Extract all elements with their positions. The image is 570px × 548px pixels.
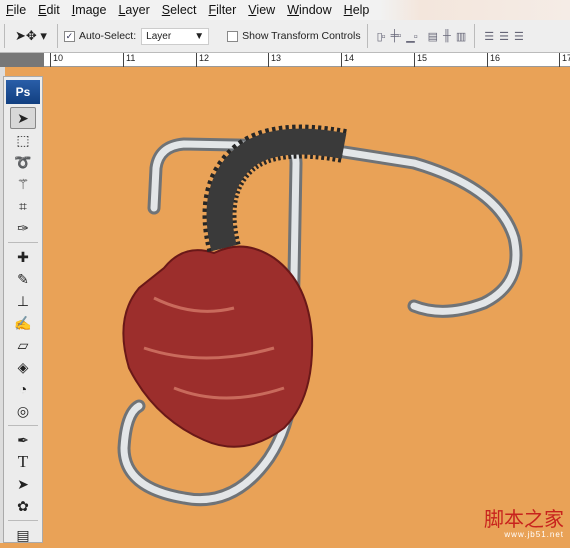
ruler-tick: 14 [341, 53, 354, 67]
history-brush-tool-icon[interactable]: ✍ [4, 312, 42, 334]
type-tool-icon[interactable]: T [4, 451, 42, 473]
document-canvas[interactable]: 脚本之家 www.jb51.net [44, 68, 570, 543]
menu-edit[interactable]: Edit [32, 3, 66, 17]
ruler-tick: 17 [559, 53, 570, 67]
ruler-tick: 15 [414, 53, 427, 67]
eraser-tool-icon[interactable]: ▱ [4, 334, 42, 356]
distribute-bottom-icon[interactable]: ☰ [514, 30, 524, 43]
menu-layer[interactable]: Layer [112, 3, 155, 17]
menu-filter[interactable]: Filter [203, 3, 243, 17]
paint-bucket-tool-icon[interactable]: ◈ [4, 356, 42, 378]
menu-image[interactable]: Image [66, 3, 113, 17]
magic-wand-tool-icon[interactable]: ⚚ [4, 173, 42, 195]
menu-select[interactable]: Select [156, 3, 203, 17]
align-bottom-icon[interactable]: ▁▫ [406, 30, 417, 43]
brush-tool-icon[interactable]: ✎ [4, 268, 42, 290]
ruler-tick: 13 [268, 53, 281, 67]
dodge-tool-icon[interactable]: ◎ [4, 400, 42, 422]
ruler-tick: 11 [123, 53, 135, 67]
auto-select-value: Layer [146, 30, 172, 42]
align-vcenter-icon[interactable]: ╪▫ [391, 30, 402, 42]
custom-shape-tool-icon[interactable]: ✿ [4, 495, 42, 517]
menu-view[interactable]: View [242, 3, 281, 17]
heart [122, 245, 314, 448]
align-left-icon[interactable]: ▤ [428, 30, 438, 43]
move-tool-icon[interactable]: ➤ [10, 107, 36, 129]
ps-logo[interactable]: Ps [6, 80, 40, 104]
heart-artwork [117, 124, 523, 507]
watermark: 脚本之家 www.jb51.net [484, 510, 564, 539]
auto-select-dropdown[interactable]: Layer ▼ [141, 27, 210, 45]
align-top-icon[interactable]: ▯▫ [377, 30, 386, 43]
eyedropper-tool-icon[interactable]: ✑ [4, 217, 42, 239]
crop-tool-icon[interactable]: ⌗ [4, 195, 42, 217]
chevron-down-icon: ▼ [194, 30, 205, 42]
distribute-top-icon[interactable]: ☰ [484, 30, 494, 43]
move-tool-preset-icon[interactable]: ➤✥ ▾ [15, 28, 47, 44]
blur-tool-icon[interactable]: ◔ [4, 378, 42, 400]
marquee-tool-icon[interactable]: ⬚ [4, 129, 42, 151]
menu-file[interactable]: File [0, 3, 32, 17]
horizontal-ruler: 10 11 12 13 14 15 16 17 [0, 53, 570, 67]
panel-collapse-handle[interactable] [0, 53, 44, 67]
options-bar: ➤✥ ▾ ✓ Auto-Select: Layer ▼ Show Transfor… [0, 20, 570, 53]
ruler-tick: 12 [196, 53, 209, 67]
menu-window[interactable]: Window [281, 3, 337, 17]
menu-help[interactable]: Help [338, 3, 376, 17]
path-selection-tool-icon[interactable]: ➤ [4, 473, 42, 495]
auto-select-checkbox[interactable]: ✓ [63, 30, 75, 42]
align-right-icon[interactable]: ▥ [456, 30, 466, 43]
menu-bar: File Edit Image Layer Select Filter View… [0, 0, 570, 20]
show-transform-checkbox[interactable] [227, 30, 239, 42]
watermark-text: 脚本之家 [484, 509, 564, 531]
distribute-vcenter-icon[interactable]: ☰ [499, 30, 509, 43]
lasso-tool-icon[interactable]: ➰ [4, 151, 42, 173]
pen-tool-icon[interactable]: ✒ [4, 429, 42, 451]
auto-select-label: Auto-Select: [78, 30, 137, 42]
ruler-tick: 10 [50, 53, 63, 67]
ruler-tick: 16 [487, 53, 500, 67]
tools-panel: Ps ➤ ⬚ ➰ ⚚ ⌗ ✑ ✚ ✎ ⊥ ✍ ▱ ◈ ◔ ◎ ✒ T ➤ ✿ ▤ [3, 76, 43, 543]
healing-brush-tool-icon[interactable]: ✚ [4, 246, 42, 268]
align-hcenter-icon[interactable]: ╫ [443, 30, 451, 42]
clone-stamp-tool-icon[interactable]: ⊥ [4, 290, 42, 312]
show-transform-label: Show Transform Controls [242, 30, 361, 42]
watermark-url: www.jb51.net [504, 530, 564, 539]
